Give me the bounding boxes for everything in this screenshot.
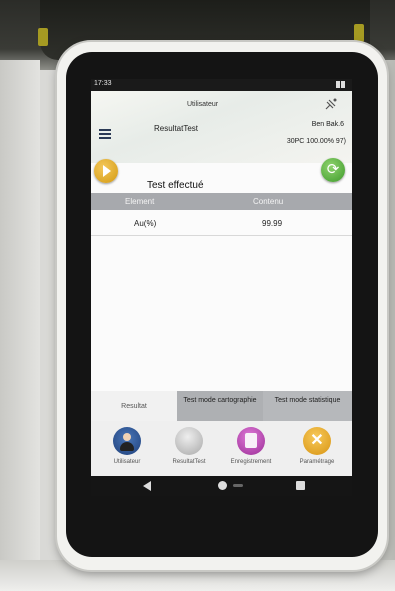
satellite-icon[interactable] xyxy=(324,97,338,111)
test-status-label: Test effectué xyxy=(147,180,204,191)
nav-label: ResultatTest xyxy=(172,459,206,465)
measurement-meta: 30PC 100.00% 97) xyxy=(286,138,346,145)
device-serial: Ben Bak.6 xyxy=(311,121,344,128)
nav-label: Paramétrage xyxy=(299,459,335,465)
photo-background-left xyxy=(0,60,40,591)
result-icon xyxy=(175,427,203,455)
bottom-navigation: Utilisateur ResultatTest Enregistrement … xyxy=(91,421,352,476)
page-title: ResultatTest xyxy=(154,124,199,133)
app-header: Utilisateur ResultatTest Ben Bak.6 30PC … xyxy=(91,91,352,163)
clamp-screw xyxy=(354,24,364,42)
tab-label: Test mode statistique xyxy=(274,397,341,404)
refresh-button[interactable]: ⟳ xyxy=(321,158,345,182)
history-icon xyxy=(237,427,265,455)
start-test-button[interactable] xyxy=(94,159,118,183)
clamp-screw xyxy=(38,28,48,46)
status-bar: 17:33 xyxy=(91,79,352,91)
nav-item-parametrage[interactable]: ✕ Paramétrage xyxy=(287,427,347,465)
signal-battery-icon xyxy=(335,81,347,88)
settings-icon: ✕ xyxy=(303,427,331,455)
tab-resultat[interactable]: Resultat xyxy=(91,391,177,421)
nav-item-enregistrement[interactable]: Enregistrement xyxy=(221,427,281,465)
tab-statistique[interactable]: Test mode statistique xyxy=(263,391,352,421)
cell-content: 99.99 xyxy=(262,219,283,228)
android-navigation-bar xyxy=(91,476,352,496)
status-time: 17:33 xyxy=(94,80,112,87)
tab-label: Resultat xyxy=(121,403,147,410)
nav-item-utilisateur[interactable]: Utilisateur xyxy=(97,427,157,465)
table-row: Au(%) 99.99 xyxy=(91,210,352,236)
menu-icon[interactable] xyxy=(99,129,111,139)
back-icon[interactable] xyxy=(143,481,151,491)
nav-label: Utilisateur xyxy=(113,459,141,465)
mode-tabs: Resultat Test mode cartographie Test mod… xyxy=(91,391,352,421)
column-header-content: Contenu xyxy=(253,197,284,206)
results-table-header: Element Contenu xyxy=(91,193,352,210)
home-icon[interactable] xyxy=(218,481,227,490)
home-indicator xyxy=(233,484,243,487)
recents-icon[interactable] xyxy=(296,481,305,490)
tab-label: Test mode cartographie xyxy=(183,397,257,404)
header-user-title: Utilisateur xyxy=(187,101,219,108)
refresh-icon: ⟳ xyxy=(326,161,340,178)
nav-item-resultattest[interactable]: ResultatTest xyxy=(159,427,219,465)
column-header-element: Element xyxy=(125,197,155,206)
tablet-screen: 17:33 Utilisateur ResultatTest Ben Bak.6… xyxy=(91,79,352,496)
cell-element: Au(%) xyxy=(134,219,157,228)
tab-cartographie[interactable]: Test mode cartographie xyxy=(177,391,263,421)
nav-label: Enregistrement xyxy=(230,459,272,465)
user-icon xyxy=(113,427,141,455)
